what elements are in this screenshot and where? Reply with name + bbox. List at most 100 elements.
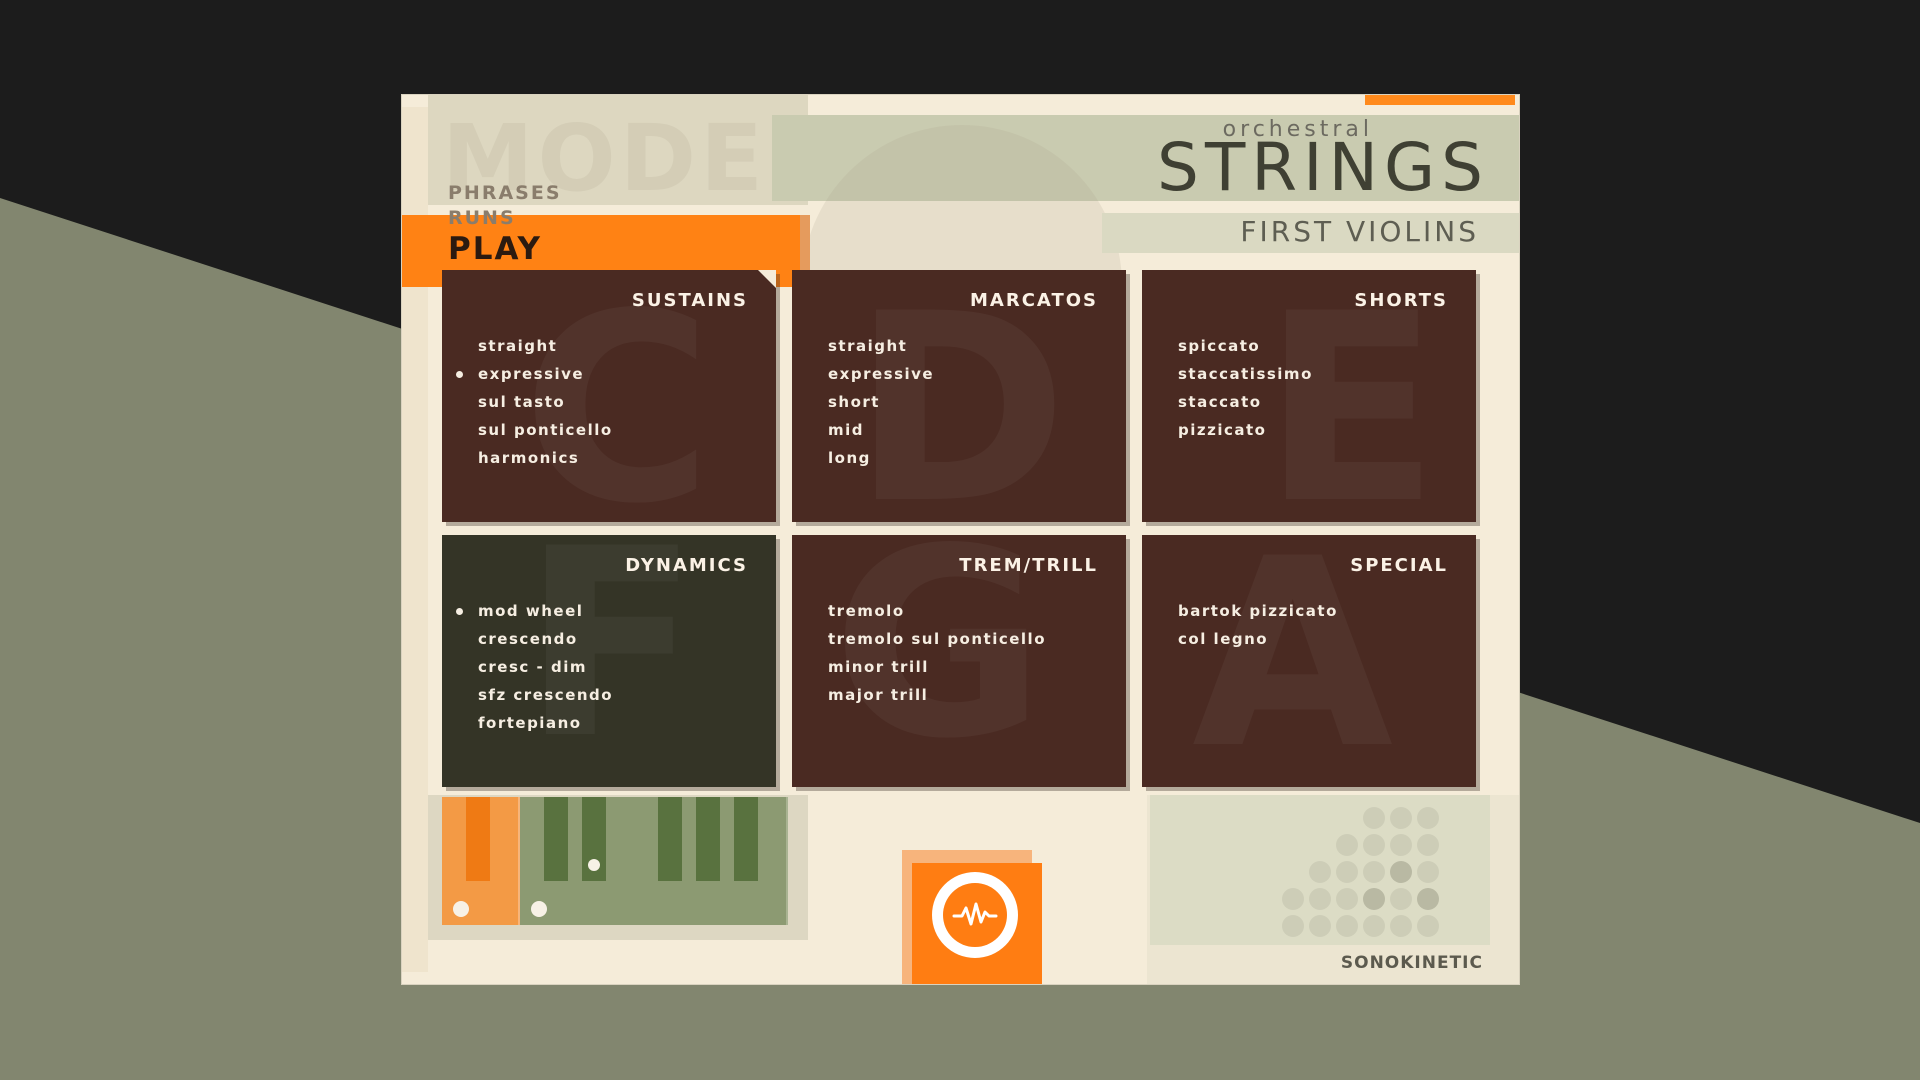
grid-dot: [1309, 861, 1331, 883]
grid-dot: [1417, 915, 1439, 937]
articulation-item[interactable]: straight: [478, 332, 613, 360]
articulation-item[interactable]: tremolo: [828, 597, 1046, 625]
articulation-item[interactable]: col legno: [1178, 625, 1338, 653]
articulation-item[interactable]: minor trill: [828, 653, 1046, 681]
grid-dot: [1417, 888, 1439, 910]
grid-dot: [1336, 834, 1358, 856]
articulation-label: short: [828, 393, 880, 411]
card-dynamics: F DYNAMICS mod wheelcrescendocresc - dim…: [442, 535, 776, 787]
grid-dot: [1363, 861, 1385, 883]
articulation-item[interactable]: pizzicato: [1178, 416, 1313, 444]
corner-tab[interactable]: [758, 270, 776, 288]
black-key[interactable]: [734, 797, 758, 881]
top-accent: [1365, 95, 1515, 105]
articulation-label: straight: [828, 337, 908, 355]
mode-play[interactable]: PLAY: [448, 231, 542, 267]
grid-dot: [1309, 915, 1331, 937]
articulation-label: staccato: [1178, 393, 1262, 411]
articulation-label: major trill: [828, 686, 929, 704]
articulation-label: sfz crescendo: [478, 686, 614, 704]
grid-dot: [1309, 888, 1331, 910]
articulation-label: fortepiano: [478, 714, 582, 732]
articulation-item[interactable]: tremolo sul ponticello: [828, 625, 1046, 653]
grid-dot: [1390, 861, 1412, 883]
articulation-label: col legno: [1178, 630, 1269, 648]
card-title[interactable]: MARCATOS: [970, 290, 1098, 311]
brand-logo: SONOKINETIC: [1340, 953, 1483, 973]
articulation-list: spiccato staccatissimo staccato pizzicato: [1178, 332, 1313, 444]
instrument-panel: MODE PHRASES RUNS PLAY orchestral STRING…: [402, 95, 1519, 984]
articulation-item[interactable]: staccatissimo: [1178, 360, 1313, 388]
articulation-label: expressive: [828, 365, 935, 383]
grid-dot: [1363, 888, 1385, 910]
black-key[interactable]: [466, 797, 490, 881]
articulation-item[interactable]: mod wheel: [456, 597, 613, 625]
keyswitch-keyboard[interactable]: [442, 797, 792, 925]
articulation-label: straight: [478, 337, 558, 355]
grid-dot: [1336, 888, 1358, 910]
card-sustains: C SUSTAINS straightexpressivesul tastosu…: [442, 270, 776, 522]
articulation-item[interactable]: straight: [828, 332, 934, 360]
articulation-label: tremolo: [828, 602, 905, 620]
mode-runs[interactable]: RUNS: [448, 206, 562, 231]
card-special: A SPECIAL bartok pizzicatocol legno: [1142, 535, 1476, 787]
key-marker: [453, 901, 469, 917]
card-trem-trill: G TREM/TRILL tremolotremolo sul ponticel…: [792, 535, 1126, 787]
articulation-label: long: [828, 449, 871, 467]
grid-dot: [1390, 888, 1412, 910]
black-key[interactable]: [696, 797, 720, 881]
card-shorts: E SHORTS spiccatostaccatissimostaccatopi…: [1142, 270, 1476, 522]
articulation-label: expressive: [478, 365, 585, 383]
articulation-label: sul tasto: [478, 393, 566, 411]
articulation-item[interactable]: expressive: [828, 360, 934, 388]
articulation-item[interactable]: sfz crescendo: [478, 681, 613, 709]
card-title[interactable]: TREM/TRILL: [959, 555, 1098, 576]
articulation-item[interactable]: major trill: [828, 681, 1046, 709]
articulation-label: staccatissimo: [1178, 365, 1313, 383]
grid-dot: [1282, 915, 1304, 937]
articulation-item[interactable]: expressive: [456, 360, 613, 388]
articulation-item[interactable]: spiccato: [1178, 332, 1313, 360]
articulation-item[interactable]: cresc - dim: [478, 653, 613, 681]
articulation-item[interactable]: long: [828, 444, 934, 472]
card-title[interactable]: SPECIAL: [1350, 555, 1448, 576]
articulation-item[interactable]: fortepiano: [478, 709, 613, 737]
card-title[interactable]: DYNAMICS: [625, 555, 748, 576]
articulation-item[interactable]: crescendo: [478, 625, 613, 653]
black-key[interactable]: [544, 797, 568, 881]
grid-dot: [1336, 915, 1358, 937]
articulation-label: crescendo: [478, 630, 578, 648]
mode-menu: PHRASES RUNS: [448, 181, 562, 231]
articulation-list: straight expressive sul tasto sul ponticell…: [456, 332, 613, 472]
grid-dot: [1363, 807, 1385, 829]
articulation-item[interactable]: harmonics: [478, 444, 613, 472]
articulation-label: cresc - dim: [478, 658, 587, 676]
articulation-label: pizzicato: [1178, 421, 1267, 439]
articulation-label: mid: [828, 421, 865, 439]
title-big: STRINGS: [1157, 129, 1489, 206]
articulation-label: sul ponticello: [478, 421, 613, 439]
mode-phrases[interactable]: PHRASES: [448, 181, 562, 206]
articulation-item[interactable]: short: [828, 388, 934, 416]
articulation-item[interactable]: mid: [828, 416, 934, 444]
selected-bullet-icon: [456, 608, 463, 615]
key-marker: [588, 859, 600, 871]
articulation-list: mod wheel crescendo cresc - dim sfz crescen…: [456, 597, 613, 737]
grid-dot: [1417, 861, 1439, 883]
grid-dot: [1390, 834, 1412, 856]
card-title[interactable]: SHORTS: [1354, 290, 1448, 311]
instrument-subtitle: FIRST VIOLINS: [1240, 215, 1479, 248]
grid-dot: [1390, 915, 1412, 937]
card-marcatos: D MARCATOS straightexpressiveshortmidlon…: [792, 270, 1126, 522]
grid-dot: [1417, 807, 1439, 829]
grid-dot: [1390, 807, 1412, 829]
card-title[interactable]: SUSTAINS: [632, 290, 748, 311]
articulation-item[interactable]: sul tasto: [478, 388, 613, 416]
grid-dot: [1363, 834, 1385, 856]
key-marker: [531, 901, 547, 917]
black-key[interactable]: [658, 797, 682, 881]
articulation-item[interactable]: sul ponticello: [478, 416, 613, 444]
waveform-circle-icon[interactable]: [932, 872, 1018, 958]
articulation-item[interactable]: bartok pizzicato: [1178, 597, 1338, 625]
articulation-item[interactable]: staccato: [1178, 388, 1313, 416]
